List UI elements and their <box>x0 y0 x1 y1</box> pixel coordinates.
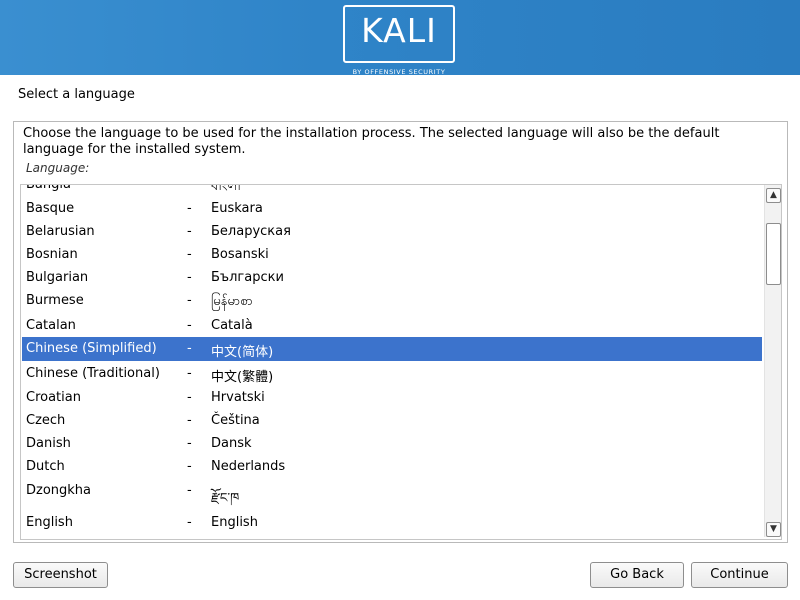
language-separator: - <box>187 459 192 474</box>
language-separator: - <box>187 247 192 262</box>
language-name: Croatian <box>26 390 81 405</box>
language-separator: - <box>187 293 192 308</box>
language-separator: - <box>187 515 192 530</box>
language-list-item[interactable]: Catalan - Català <box>22 314 762 338</box>
language-native-name: 中文(简体) <box>211 345 274 360</box>
language-list-rows: Bangla-বাংলাBasque-EuskaraBelarusian-Бел… <box>21 185 763 539</box>
language-native-name: Hrvatski <box>211 390 265 405</box>
language-native-name: 中文(繁體) <box>211 370 274 385</box>
language-list-item[interactable]: Croatian - Hrvatski <box>22 386 762 410</box>
language-list-item[interactable]: Dzongkha - རྫོང་ཁ <box>22 479 762 506</box>
language-list-item[interactable]: Basque - Euskara <box>22 197 762 221</box>
kali-logo: KALI BY OFFENSIVE SECURITY <box>343 5 455 76</box>
language-native-name: Nederlands <box>211 459 286 474</box>
language-native-name: Català <box>211 318 253 333</box>
continue-button[interactable]: Continue <box>691 562 788 588</box>
language-name: Chinese (Traditional) <box>26 366 160 381</box>
language-separator: - <box>187 201 192 216</box>
language-list-item[interactable]: Bangla-বাংলা <box>22 185 762 197</box>
language-field-label: Language: <box>26 161 90 175</box>
language-list-item[interactable]: Chinese (Traditional) - 中文(繁體) <box>22 362 762 386</box>
language-list-item[interactable]: Chinese (Simplified) - 中文(简体) <box>22 337 762 361</box>
scroll-down-arrow-icon[interactable]: ▼ <box>766 522 781 537</box>
language-name: Belarusian <box>26 224 95 239</box>
logo-subtitle: BY OFFENSIVE SECURITY <box>352 68 446 76</box>
language-separator: - <box>187 436 192 451</box>
language-separator: - <box>187 224 192 239</box>
language-name: Dzongkha <box>26 483 92 498</box>
logo-text: KALI <box>361 11 437 50</box>
scroll-up-arrow-icon[interactable]: ▲ <box>766 188 781 203</box>
language-native-name: မြန်မာစာ <box>211 294 253 309</box>
language-list-item[interactable]: English - English <box>22 511 762 535</box>
scrollbar[interactable]: ▲ ▼ <box>764 185 781 537</box>
description-text: Choose the language to be used for the i… <box>23 126 720 157</box>
language-native-name: Čeština <box>211 413 260 428</box>
language-name: Catalan <box>26 318 76 333</box>
language-list-item[interactable]: Burmese - မြန်မာစာ <box>22 289 762 313</box>
language-separator: - <box>187 270 192 285</box>
language-name: English <box>26 515 73 530</box>
language-name: Basque <box>26 201 75 216</box>
language-list-item[interactable]: Danish - Dansk <box>22 432 762 456</box>
language-name: Bangla <box>26 185 71 192</box>
go-back-button[interactable]: Go Back <box>590 562 684 588</box>
language-native-name: Bosanski <box>211 247 269 262</box>
language-list-item[interactable]: Dutch - Nederlands <box>22 455 762 479</box>
language-list-item[interactable]: Bosnian - Bosanski <box>22 243 762 267</box>
language-list[interactable]: Bangla-বাংলাBasque-EuskaraBelarusian-Бел… <box>20 184 782 540</box>
language-native-name: English <box>211 515 258 530</box>
language-list-item[interactable]: Belarusian - Беларуская <box>22 220 762 244</box>
language-name: Bosnian <box>26 247 78 262</box>
language-separator: - <box>187 390 192 405</box>
language-separator: - <box>187 185 192 192</box>
language-native-name: Euskara <box>211 201 263 216</box>
language-name: Burmese <box>26 293 84 308</box>
language-native-name: Dansk <box>211 436 252 451</box>
language-list-item[interactable]: Czech - Čeština <box>22 409 762 433</box>
language-name: Danish <box>26 436 71 451</box>
language-name: Dutch <box>26 459 65 474</box>
page-title: Select a language <box>18 87 135 102</box>
screenshot-button[interactable]: Screenshot <box>13 562 108 588</box>
language-native-name: Български <box>211 270 284 285</box>
language-native-name: Беларуская <box>211 224 291 239</box>
language-separator: - <box>187 413 192 428</box>
language-name: Bulgarian <box>26 270 89 285</box>
language-separator: - <box>187 483 192 498</box>
language-name: Chinese (Simplified) <box>26 341 157 356</box>
language-separator: - <box>187 318 192 333</box>
scrollbar-thumb[interactable] <box>766 223 781 285</box>
language-name: Czech <box>26 413 66 428</box>
language-separator: - <box>187 366 192 381</box>
language-panel: Choose the language to be used for the i… <box>13 121 788 543</box>
language-separator: - <box>187 341 192 356</box>
language-list-item[interactable]: Bulgarian - Български <box>22 266 762 290</box>
header-banner: KALI BY OFFENSIVE SECURITY <box>0 0 800 76</box>
